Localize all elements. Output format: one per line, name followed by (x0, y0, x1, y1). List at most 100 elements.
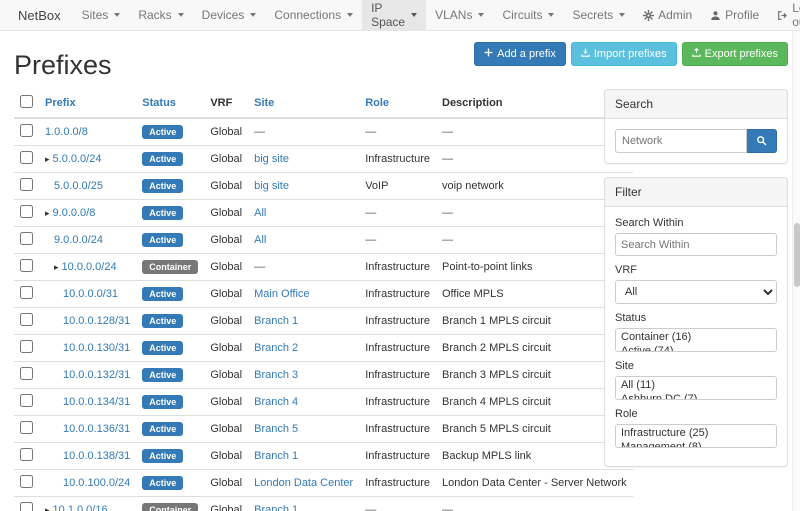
row-checkbox[interactable] (20, 259, 33, 272)
export-prefixes-label: Export prefixes (705, 47, 778, 61)
filter-option[interactable]: All (11) (617, 378, 775, 392)
caret-right-icon[interactable]: ▸ (45, 154, 50, 164)
prefix-link[interactable]: 10.1.0.0/16 (53, 504, 108, 511)
prefix-link[interactable]: 5.0.0.0/25 (54, 180, 103, 192)
search-input[interactable] (615, 129, 747, 153)
nav-admin[interactable]: Admin (634, 0, 701, 30)
chevron-down-icon (478, 13, 484, 17)
prefix-link[interactable]: 10.0.0.0/31 (63, 288, 118, 300)
nav-connections[interactable]: Connections (265, 0, 362, 30)
site-link[interactable]: big site (254, 153, 289, 165)
nav-devices[interactable]: Devices (193, 0, 266, 30)
nav-logout[interactable]: Log out (768, 0, 800, 30)
filter-option[interactable]: Infrastructure (25) (617, 426, 775, 440)
site-link[interactable]: Branch 1 (254, 504, 298, 511)
export-icon (692, 47, 701, 61)
site-link[interactable]: Branch 2 (254, 342, 298, 354)
row-checkbox[interactable] (20, 367, 33, 380)
site-link[interactable]: Branch 1 (254, 315, 298, 327)
site-link[interactable]: Main Office (254, 288, 309, 300)
caret-right-icon[interactable]: ▸ (54, 262, 59, 272)
page-scrollbar[interactable] (792, 31, 800, 511)
prefix-link[interactable]: 10.0.0.136/31 (63, 423, 130, 435)
nav-circuits[interactable]: Circuits (493, 0, 563, 30)
row-checkbox[interactable] (20, 286, 33, 299)
table-header-row: Prefix Status VRF Site Role Description (14, 89, 633, 118)
add-prefix-button[interactable]: Add a prefix (474, 42, 566, 66)
site-link[interactable]: All (254, 234, 266, 246)
select-all-checkbox[interactable] (20, 95, 33, 108)
filter-option[interactable]: Active (74) (617, 344, 775, 352)
chevron-down-icon (347, 13, 353, 17)
search-within-input[interactable] (615, 233, 777, 256)
role-cell: Infrastructure (359, 146, 436, 173)
site-link[interactable]: All (254, 207, 266, 219)
prefix-link[interactable]: 1.0.0.0/8 (45, 126, 88, 138)
user-menu: Admin Profile Log out (634, 0, 800, 30)
nav-secrets[interactable]: Secrets (563, 0, 634, 30)
status-badge: Active (142, 368, 183, 383)
search-button[interactable] (747, 129, 777, 153)
role-cell: — (359, 118, 436, 146)
row-checkbox[interactable] (20, 502, 33, 511)
scrollbar-thumb[interactable] (794, 223, 800, 287)
role-filter-select[interactable]: Infrastructure (25)Management (8)Private… (615, 424, 777, 448)
site-link[interactable]: Branch 1 (254, 450, 298, 462)
gear-icon (643, 10, 654, 21)
prefix-link[interactable]: 10.0.0.138/31 (63, 450, 130, 462)
prefix-link[interactable]: 10.0.0.132/31 (63, 369, 130, 381)
prefix-link[interactable]: 9.0.0.0/24 (54, 234, 103, 246)
row-checkbox[interactable] (20, 124, 33, 137)
nav-racks[interactable]: Racks (129, 0, 192, 30)
chevron-down-icon (178, 13, 184, 17)
role-cell: Infrastructure (359, 470, 436, 497)
import-prefixes-button[interactable]: Import prefixes (571, 42, 677, 66)
row-checkbox[interactable] (20, 394, 33, 407)
site-link[interactable]: Branch 5 (254, 423, 298, 435)
site-filter-select[interactable]: All (11)Ashburn DC (7)big site (2)Branch… (615, 376, 777, 400)
filter-option[interactable]: Container (16) (617, 330, 775, 344)
export-prefixes-button[interactable]: Export prefixes (682, 42, 788, 66)
row-checkbox[interactable] (20, 448, 33, 461)
vrf-header: VRF (204, 89, 248, 118)
status-badge: Active (142, 125, 183, 140)
prefix-link[interactable]: 10.0.0.128/31 (63, 315, 130, 327)
row-checkbox[interactable] (20, 421, 33, 434)
nav-sites[interactable]: Sites (73, 0, 130, 30)
sort-role-header[interactable]: Role (365, 97, 389, 109)
nav-ip-space[interactable]: IP Space (362, 0, 426, 30)
row-checkbox[interactable] (20, 205, 33, 218)
row-checkbox[interactable] (20, 475, 33, 488)
row-checkbox[interactable] (20, 232, 33, 245)
site-link[interactable]: Branch 3 (254, 369, 298, 381)
filter-option[interactable]: Ashburn DC (7) (617, 392, 775, 400)
caret-right-icon[interactable]: ▸ (45, 208, 50, 218)
vrf-select[interactable]: All (615, 280, 777, 304)
sort-status-header[interactable]: Status (142, 97, 176, 109)
filter-option[interactable]: Management (8) (617, 440, 775, 448)
caret-right-icon[interactable]: ▸ (45, 505, 50, 511)
import-prefixes-label: Import prefixes (594, 47, 667, 61)
row-checkbox[interactable] (20, 151, 33, 164)
prefix-link[interactable]: 9.0.0.0/8 (53, 207, 96, 219)
role-cell: Infrastructure (359, 362, 436, 389)
sort-prefix-header[interactable]: Prefix (45, 97, 76, 109)
brand-netbox[interactable]: NetBox (6, 0, 73, 30)
vrf-cell: Global (204, 389, 248, 416)
sort-site-header[interactable]: Site (254, 97, 274, 109)
prefix-link[interactable]: 10.0.0.130/31 (63, 342, 130, 354)
nav-sites-label: Sites (82, 8, 109, 22)
site-link[interactable]: Branch 4 (254, 396, 298, 408)
row-checkbox[interactable] (20, 340, 33, 353)
prefix-link[interactable]: 10.0.100.0/24 (63, 477, 130, 489)
prefix-link[interactable]: 10.0.0.0/24 (62, 261, 117, 273)
nav-vlans[interactable]: VLANs (426, 0, 493, 30)
row-checkbox[interactable] (20, 313, 33, 326)
prefix-link[interactable]: 5.0.0.0/24 (53, 153, 102, 165)
row-checkbox[interactable] (20, 178, 33, 191)
nav-profile[interactable]: Profile (701, 0, 768, 30)
status-filter-select[interactable]: Container (16)Active (74)Reserved (4)Dep… (615, 328, 777, 352)
prefix-link[interactable]: 10.0.0.134/31 (63, 396, 130, 408)
site-link[interactable]: big site (254, 180, 289, 192)
site-link[interactable]: London Data Center (254, 477, 353, 489)
